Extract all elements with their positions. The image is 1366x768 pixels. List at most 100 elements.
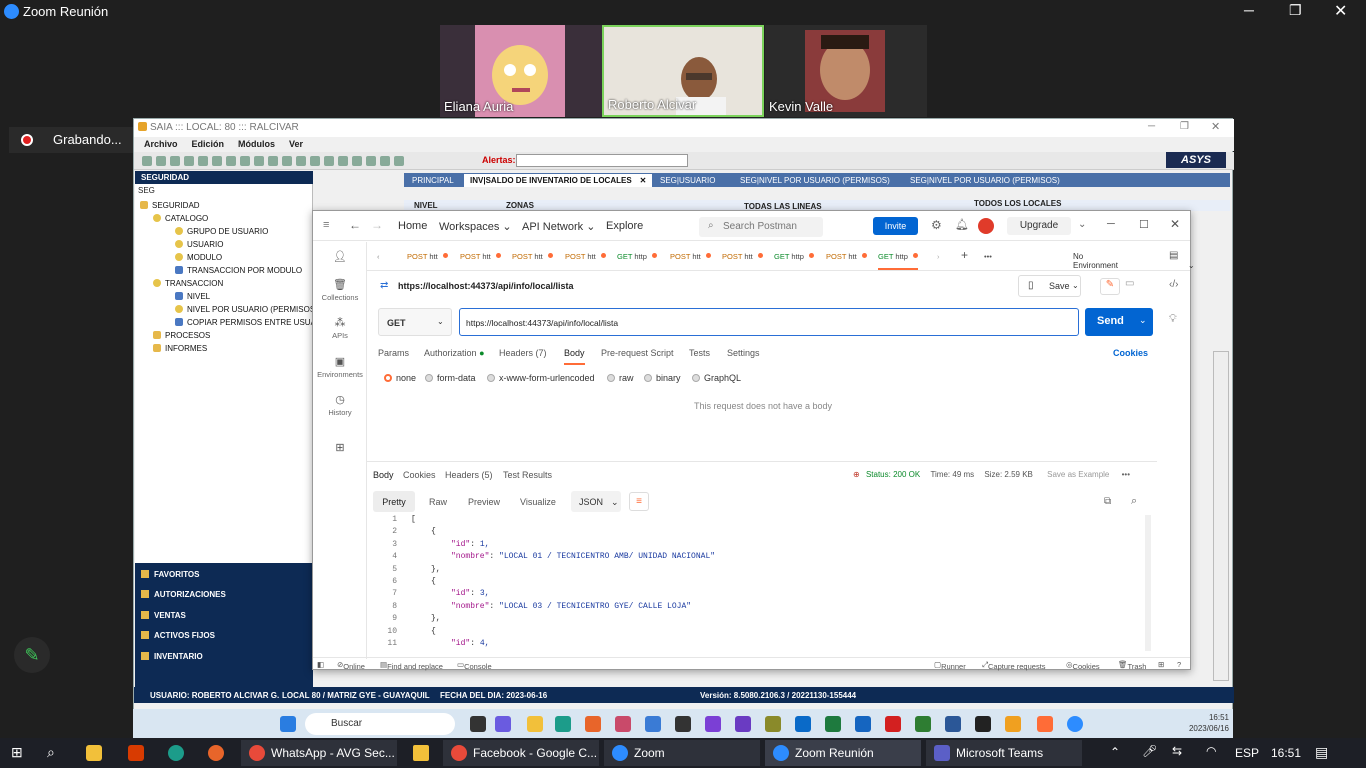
toolbar-icon[interactable] — [184, 156, 194, 166]
tree-item[interactable]: USUARIO — [175, 240, 223, 249]
back-icon[interactable]: ← — [349, 218, 361, 232]
tree-item[interactable]: PROCESOS — [153, 331, 210, 340]
tree-item[interactable]: MODULO — [175, 253, 222, 262]
code-scrollbar[interactable] — [1145, 515, 1151, 651]
app-icon[interactable] — [675, 716, 691, 732]
vscode-icon[interactable] — [705, 716, 721, 732]
user-icon[interactable]: 👤︎ — [313, 250, 367, 265]
toolbar-icon[interactable] — [310, 156, 320, 166]
request-tab[interactable]: GET http — [617, 252, 657, 261]
toolbar-icon[interactable] — [254, 156, 264, 166]
visual-studio-icon[interactable] — [735, 716, 751, 732]
search-box[interactable]: Buscar — [305, 713, 455, 735]
view-pretty[interactable]: Pretty — [373, 491, 415, 512]
save-button[interactable]: ▯ Save ⌄ — [1018, 275, 1081, 297]
upgrade-button[interactable]: Upgrade — [1007, 217, 1071, 235]
sidebar-history[interactable]: ◷ History — [313, 393, 367, 417]
word-icon[interactable] — [945, 716, 961, 732]
opera-icon[interactable] — [885, 716, 901, 732]
tab-tests[interactable]: Tests — [689, 348, 710, 358]
search-icon[interactable]: ⌕ — [47, 744, 55, 761]
add-tab-icon[interactable]: + — [961, 248, 968, 262]
find-replace[interactable]: ▤ Find and replace — [380, 660, 443, 671]
view-visualize[interactable]: Visualize — [520, 497, 556, 507]
taskview-icon[interactable] — [470, 716, 486, 732]
settings-icon[interactable]: ⚙ — [931, 218, 942, 232]
forward-icon[interactable]: → — [371, 218, 383, 232]
request-tab[interactable]: POST htt — [722, 252, 763, 261]
office-icon[interactable] — [128, 745, 144, 761]
language-indicator[interactable]: ESP — [1235, 746, 1259, 760]
nav-ventas[interactable]: VENTAS — [141, 611, 186, 620]
tab-usuario[interactable]: SEG|USUARIO — [654, 174, 721, 187]
tab-inventario[interactable]: INV|SALDO DE INVENTARIO DE LOCALES ✕ — [464, 174, 653, 187]
cookies-status[interactable]: ◎ Cookies — [1066, 660, 1100, 671]
menu-edicion[interactable]: Edición — [192, 139, 225, 149]
toolbar-icon[interactable] — [282, 156, 292, 166]
windows-start-icon[interactable] — [280, 716, 296, 732]
menu-archivo[interactable]: Archivo — [144, 139, 178, 149]
wifi-icon[interactable]: ◠ — [1206, 744, 1216, 758]
postman-icon[interactable] — [1037, 716, 1053, 732]
search-input[interactable]: Search Postman ⌕ — [699, 217, 823, 237]
close-icon[interactable]: ✕ — [1334, 1, 1347, 21]
tab-body[interactable]: Body — [564, 348, 585, 365]
chevron-left-icon[interactable]: ‹ — [377, 252, 380, 261]
sidebar-toggle-icon[interactable]: ◧ — [317, 660, 324, 669]
app-icon[interactable] — [855, 716, 871, 732]
project-icon[interactable] — [915, 716, 931, 732]
status-online[interactable]: ⊘ Online — [337, 660, 365, 671]
tray-up-icon[interactable]: ⌃ — [1110, 745, 1120, 759]
tab-principal[interactable]: PRINCIPAL — [406, 174, 460, 187]
request-tab[interactable]: POST htt — [826, 252, 867, 261]
body-type-none[interactable]: none — [384, 373, 416, 383]
form-label[interactable]: TODOS LOS LOCALES — [974, 199, 1061, 208]
method-select[interactable]: GET ⌄ — [378, 308, 452, 336]
response-code[interactable]: 1 [2 {3 "id": 1, 4 "nombre": "LOCAL 01 / TECN… — [373, 514, 1153, 651]
tab-nivel-usuario[interactable]: SEG|NIVEL POR USUARIO (PERMISOS) — [734, 174, 896, 187]
nav-activos-fijos[interactable]: ACTIVOS FIJOS — [141, 631, 215, 640]
help-icon[interactable]: ? — [1177, 660, 1181, 669]
minimize-icon[interactable]: ─ — [1107, 218, 1115, 230]
scrollbar[interactable] — [1213, 351, 1229, 681]
request-tab-active[interactable]: GET http — [878, 252, 918, 270]
body-type-form-data[interactable]: form-data — [425, 373, 476, 383]
tree-filter[interactable]: SEG — [138, 186, 155, 195]
request-tab[interactable]: POST htt — [460, 252, 501, 261]
view-preview[interactable]: Preview — [468, 497, 500, 507]
taskbar-app-whatsapp[interactable]: WhatsApp - AVG Sec... — [241, 740, 397, 766]
capture-requests[interactable]: ⤢ Capture requests — [982, 660, 1046, 671]
search-icon[interactable]: ⌕ — [1131, 495, 1137, 508]
toolbar-icon[interactable] — [212, 156, 222, 166]
sidebar-environments[interactable]: ▣ Environments — [313, 355, 367, 379]
calculator-icon[interactable] — [645, 716, 661, 732]
runner[interactable]: ▢ Runner — [934, 660, 966, 671]
layout-icon[interactable]: ⊞ — [1158, 660, 1164, 669]
menu-modulos[interactable]: Módulos — [238, 139, 275, 149]
tab-headers[interactable]: Headers (7) — [499, 348, 547, 358]
menu-ver[interactable]: Ver — [289, 139, 303, 149]
send-button[interactable]: Send ⌄ — [1085, 308, 1153, 336]
firefox-icon[interactable] — [585, 716, 601, 732]
tab-prerequest[interactable]: Pre-request Script — [601, 348, 674, 358]
restore-icon[interactable]: ❐ — [1289, 2, 1302, 19]
windows-start-icon[interactable]: ⊞ — [11, 744, 23, 761]
toolbar-icon[interactable] — [366, 156, 376, 166]
microphone-icon[interactable]: 🎤︎ — [1142, 744, 1157, 758]
recording-indicator[interactable]: Grabando... — [9, 127, 134, 153]
format-select[interactable]: JSON ⌄ — [571, 491, 621, 512]
tree-item[interactable]: NIVEL POR USUARIO (PERMISOS) — [175, 305, 318, 314]
nav-autorizaciones[interactable]: AUTORIZACIONES — [141, 590, 226, 599]
restore-icon[interactable]: ❐ — [1180, 121, 1189, 132]
toolbar-icon[interactable] — [268, 156, 278, 166]
response-tab-headers[interactable]: Headers (5) — [445, 470, 493, 480]
folder-icon[interactable] — [527, 716, 543, 732]
save-example-button[interactable]: Save as Example — [1047, 470, 1109, 479]
sidebar-apis[interactable]: ⁂ APIs — [313, 316, 367, 340]
toolbar-icon[interactable] — [394, 156, 404, 166]
body-type-urlencoded[interactable]: x-www-form-urlencoded — [487, 373, 595, 383]
body-type-graphql[interactable]: GraphQL — [692, 373, 741, 383]
close-icon[interactable]: ✕ — [1211, 120, 1220, 133]
tab-params[interactable]: Params — [378, 348, 409, 358]
invite-button[interactable]: Invite — [873, 217, 918, 235]
